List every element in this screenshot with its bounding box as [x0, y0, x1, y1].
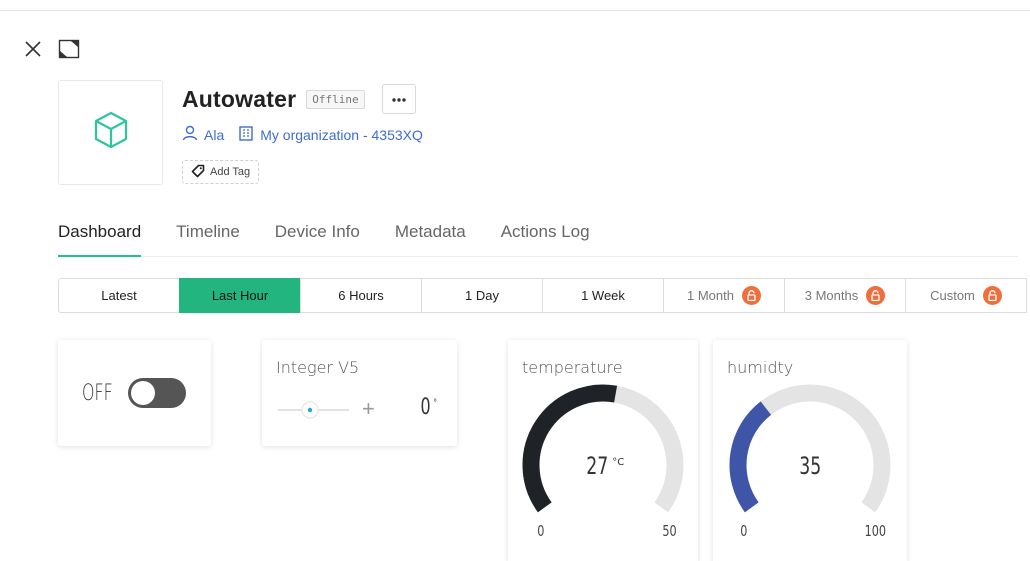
cube-icon	[92, 110, 130, 155]
top-divider	[0, 10, 1030, 11]
gauge-max: 50	[662, 522, 677, 540]
range-custom[interactable]: Custom	[905, 278, 1027, 313]
tab-timeline[interactable]: Timeline	[176, 220, 240, 256]
gauge-value: 35	[713, 452, 907, 480]
value-slider[interactable]	[276, 400, 351, 420]
increment-button[interactable]: +	[362, 396, 375, 422]
widget-title: Integer V5	[276, 358, 360, 377]
add-tag-label: Add Tag	[210, 166, 251, 178]
gauge-max: 100	[864, 522, 887, 540]
lock-icon	[982, 286, 1002, 305]
temperature-gauge-widget: temperature 27 °C 0 50	[508, 340, 698, 561]
organization-link[interactable]: My organization - 4353XQ	[238, 125, 423, 144]
more-icon	[391, 90, 406, 108]
switch-widget: OFF	[58, 340, 211, 446]
user-icon	[182, 125, 198, 144]
tab-metadata[interactable]: Metadata	[395, 220, 466, 256]
range-label: Last Hour	[211, 288, 269, 303]
range-latest[interactable]: Latest	[58, 278, 180, 313]
range-label: 6 Hours	[338, 288, 384, 303]
device-name: Autowater	[182, 85, 297, 112]
organization-name: My organization - 4353XQ	[260, 126, 423, 143]
range-label: 3 Months	[804, 288, 859, 303]
device-meta: Ala My organization - 4353XQ	[182, 125, 437, 144]
range-last-hour[interactable]: Last Hour	[179, 278, 301, 313]
tab-device-info[interactable]: Device Info	[275, 220, 360, 256]
range-label: 1 Month	[687, 288, 734, 303]
expand-icon[interactable]	[58, 38, 80, 60]
range-label: Latest	[101, 288, 137, 303]
status-badge: Offline	[306, 89, 365, 109]
range-3-months[interactable]: 3 Months	[784, 278, 906, 313]
window-controls	[22, 38, 80, 60]
gauge-number: 35	[798, 452, 821, 480]
gauge-unit: °C	[612, 457, 625, 468]
device-tabs: Dashboard Timeline Device Info Metadata …	[58, 220, 1018, 257]
range-label: 1 Week	[581, 288, 625, 303]
range-1-week[interactable]: 1 Week	[542, 278, 664, 313]
range-6-hours[interactable]: 6 Hours	[300, 278, 422, 313]
gauge-min: 0	[537, 522, 545, 540]
power-toggle[interactable]	[128, 378, 186, 408]
add-tag-button[interactable]: Add Tag	[182, 160, 260, 184]
tag-icon	[191, 164, 205, 181]
tab-actions-log[interactable]: Actions Log	[501, 220, 590, 256]
gauge-min: 0	[740, 522, 748, 540]
time-range-selector: Latest Last Hour 6 Hours 1 Day 1 Week 1 …	[58, 278, 1027, 313]
slider-unit: °	[433, 397, 437, 409]
range-1-day[interactable]: 1 Day	[421, 278, 543, 313]
range-label: 1 Day	[465, 288, 499, 303]
device-header: Autowater Offline	[182, 84, 416, 114]
switch-state-label: OFF	[82, 380, 113, 406]
owner-name: Ala	[204, 126, 225, 143]
owner-link[interactable]: Ala	[182, 125, 224, 144]
toggle-knob	[131, 381, 155, 405]
slider-number: 0	[420, 395, 431, 420]
widget-title: humidty	[727, 358, 794, 377]
slider-widget: Integer V5 + 0 °	[262, 340, 457, 446]
widget-title: temperature	[522, 358, 623, 377]
device-image	[58, 80, 163, 185]
lock-icon	[741, 286, 761, 305]
gauge-number: 27	[586, 452, 609, 480]
building-icon	[238, 125, 254, 144]
range-label: Custom	[930, 288, 975, 303]
tab-dashboard[interactable]: Dashboard	[58, 220, 142, 257]
lock-icon	[866, 286, 886, 305]
more-button[interactable]	[381, 84, 416, 114]
slider-value: 0 °	[420, 395, 437, 420]
close-icon[interactable]	[22, 38, 44, 60]
humidity-gauge-widget: humidty 35 0 100	[713, 340, 907, 561]
gauge-value: 27 °C	[508, 452, 698, 480]
range-1-month[interactable]: 1 Month	[663, 278, 785, 313]
